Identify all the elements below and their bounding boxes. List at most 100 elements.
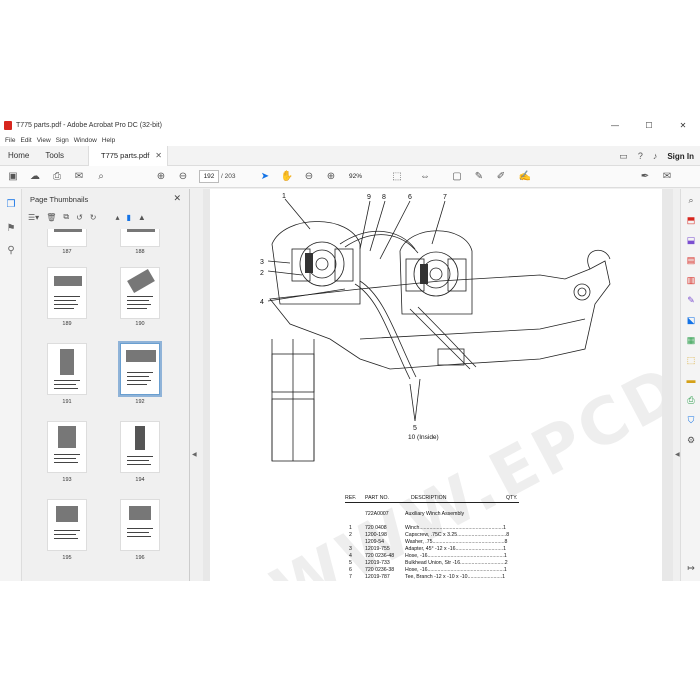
organize-pages-icon[interactable]: ▥	[684, 275, 698, 289]
collapse-left-panel-icon[interactable]: ◀	[192, 451, 197, 458]
thumbnail-page[interactable]	[120, 229, 160, 247]
page-thumbnails-icon[interactable]: ❐	[4, 199, 18, 213]
zoom-out-icon[interactable]: ⊖	[302, 170, 316, 184]
close-window-button[interactable]: ✕	[666, 117, 700, 134]
thumbnail-label-selected: 192	[135, 399, 145, 405]
enhance-scans-icon[interactable]: ⬚	[684, 355, 698, 369]
thumbnail-label: 189	[62, 321, 72, 327]
more-tools-icon[interactable]: ⚙	[684, 435, 698, 449]
zoom-in-icon[interactable]: ⊕	[324, 170, 338, 184]
collapse-right-panel-icon[interactable]: ◀	[675, 451, 680, 458]
fit-page-icon[interactable]: ⬚	[390, 170, 404, 184]
comment-panel-icon[interactable]: ▬	[684, 375, 698, 389]
expand-icon[interactable]: ↦	[684, 563, 698, 577]
thumbnail-label: 190	[135, 321, 145, 327]
next-page-icon[interactable]: ⊖	[176, 170, 190, 184]
main-toolbar: ▣ ☁ ⎙ ✉ ⌕ ⊕ ⊖ 192 / 203 ➤ ✋ ⊖ ⊕ 92% ⬚ ⇔ …	[0, 166, 700, 188]
menu-edit[interactable]: Edit	[20, 137, 31, 144]
thumbnail-page[interactable]	[120, 499, 160, 551]
thumbnail-label: 196	[135, 555, 145, 561]
help-icon[interactable]: ?	[638, 151, 643, 161]
rotate-cw-icon[interactable]: ↻	[90, 213, 97, 222]
bookmarks-icon[interactable]: ⚑	[4, 223, 18, 237]
thumbnail-label: 188	[135, 249, 145, 255]
menu-sign[interactable]: Sign	[56, 137, 69, 144]
extract-page-icon[interactable]: ⧉	[63, 212, 69, 222]
callout-9: 9	[367, 194, 371, 201]
comment-icon[interactable]: ▭	[619, 151, 628, 162]
thumb-smaller-icon[interactable]: ▴	[115, 213, 119, 222]
row-part: 1209-54	[365, 539, 385, 545]
menu-window[interactable]: Window	[74, 137, 97, 144]
menu-help[interactable]: Help	[102, 137, 115, 144]
options-menu-icon[interactable]: ☰▾	[28, 213, 39, 222]
row-ref: 1	[349, 525, 352, 531]
minimize-button[interactable]: —	[598, 117, 632, 134]
attachments-icon[interactable]: ⚲	[4, 245, 18, 259]
print-production-icon[interactable]: ⎙	[684, 395, 698, 409]
close-panel-icon[interactable]: ✕	[173, 193, 181, 204]
page-separator: /	[221, 173, 223, 180]
zoom-level-dropdown[interactable]: 92%	[344, 170, 374, 183]
thumbnail-page[interactable]	[47, 267, 87, 319]
page-number-input[interactable]: 192	[199, 170, 219, 183]
panel-title: Page Thumbnails	[30, 195, 89, 204]
assembly-description: Auxiliary Winch Assembly	[405, 511, 465, 517]
callout-7: 7	[443, 194, 447, 201]
thumbnail-page-selected[interactable]	[118, 341, 162, 397]
delete-page-icon[interactable]: 🗑	[46, 213, 56, 222]
tab-document[interactable]: T775 parts.pdf ✕	[88, 146, 168, 166]
close-tab-icon[interactable]: ✕	[155, 146, 162, 166]
export-pdf-icon[interactable]: ⬒	[684, 215, 698, 229]
thumbnail-page[interactable]	[47, 343, 87, 395]
print-icon[interactable]: ⎙	[50, 170, 64, 184]
search-icon[interactable]: ⌕	[94, 170, 108, 184]
create-pdf-icon[interactable]: ⬓	[684, 235, 698, 249]
right-tools-bar: ⌕ ⬒ ⬓ ▤ ▥ ✎ ⬕ ▦ ⬚ ▬ ⎙ ⛉ ⚙ ↦	[680, 189, 700, 581]
highlight-icon[interactable]: ✎	[472, 170, 486, 184]
share-email-icon[interactable]: ✉	[660, 170, 674, 184]
rotate-ccw-icon[interactable]: ↺	[76, 213, 83, 222]
document-view[interactable]: 1 9 8 6 7 3 2 4 5 10 (Inside) WWW.EPCDEP…	[203, 189, 673, 581]
email-icon[interactable]: ✉	[72, 170, 86, 184]
save-icon[interactable]: ▣	[6, 170, 20, 184]
thumbnail-page[interactable]	[120, 267, 160, 319]
thumbnail-page[interactable]	[47, 499, 87, 551]
compress-pdf-icon[interactable]: ▦	[684, 335, 698, 349]
maximize-button[interactable]: ☐	[632, 117, 666, 134]
fill-sign-tool-icon[interactable]: ✎	[684, 295, 698, 309]
notifications-icon[interactable]: ♪	[653, 151, 658, 161]
upload-icon[interactable]: ☁	[28, 170, 42, 184]
fill-sign-icon[interactable]: ✒	[638, 170, 652, 184]
send-for-signature-icon[interactable]: ⬕	[684, 315, 698, 329]
thumbnail-page[interactable]	[47, 229, 87, 247]
protect-icon[interactable]: ⛉	[684, 415, 698, 429]
menu-file[interactable]: File	[5, 137, 15, 144]
row-part: 12019-787	[365, 574, 390, 580]
window-controls: — ☐ ✕	[598, 117, 700, 134]
search-tool-icon[interactable]: ⌕	[684, 195, 698, 209]
window-title: T775 parts.pdf - Adobe Acrobat Pro DC (3…	[16, 122, 162, 129]
menu-bar: File Edit View Sign Window Help	[0, 134, 700, 146]
thumbnail-page[interactable]	[120, 421, 160, 473]
menu-view[interactable]: View	[37, 137, 51, 144]
previous-page-icon[interactable]: ⊕	[154, 170, 168, 184]
row-desc: Adapter, 45° -12 x -16..................…	[405, 546, 506, 552]
thumb-larger-icon[interactable]: ▲	[138, 213, 146, 222]
row-ref: 2	[349, 532, 352, 538]
edit-pdf-icon[interactable]: ▤	[684, 255, 698, 269]
select-tool-icon[interactable]: ➤	[258, 170, 272, 184]
tab-home[interactable]: Home	[0, 146, 37, 166]
callout-1: 1	[282, 193, 286, 200]
comment-tool-icon[interactable]: ▢	[450, 170, 464, 184]
sign-tool-icon[interactable]: ✍	[518, 170, 532, 184]
thumbnail-page[interactable]	[47, 421, 87, 473]
callout-5: 5	[413, 425, 417, 432]
sign-in-button[interactable]: Sign In	[667, 152, 694, 161]
scroll-mode-icon[interactable]: ⇔	[418, 170, 432, 184]
thumb-size-slider[interactable]: ▮	[126, 213, 130, 222]
row-ref: 3	[349, 546, 352, 552]
hand-tool-icon[interactable]: ✋	[280, 170, 294, 184]
draw-icon[interactable]: ✐	[494, 170, 508, 184]
tab-tools[interactable]: Tools	[37, 146, 72, 166]
